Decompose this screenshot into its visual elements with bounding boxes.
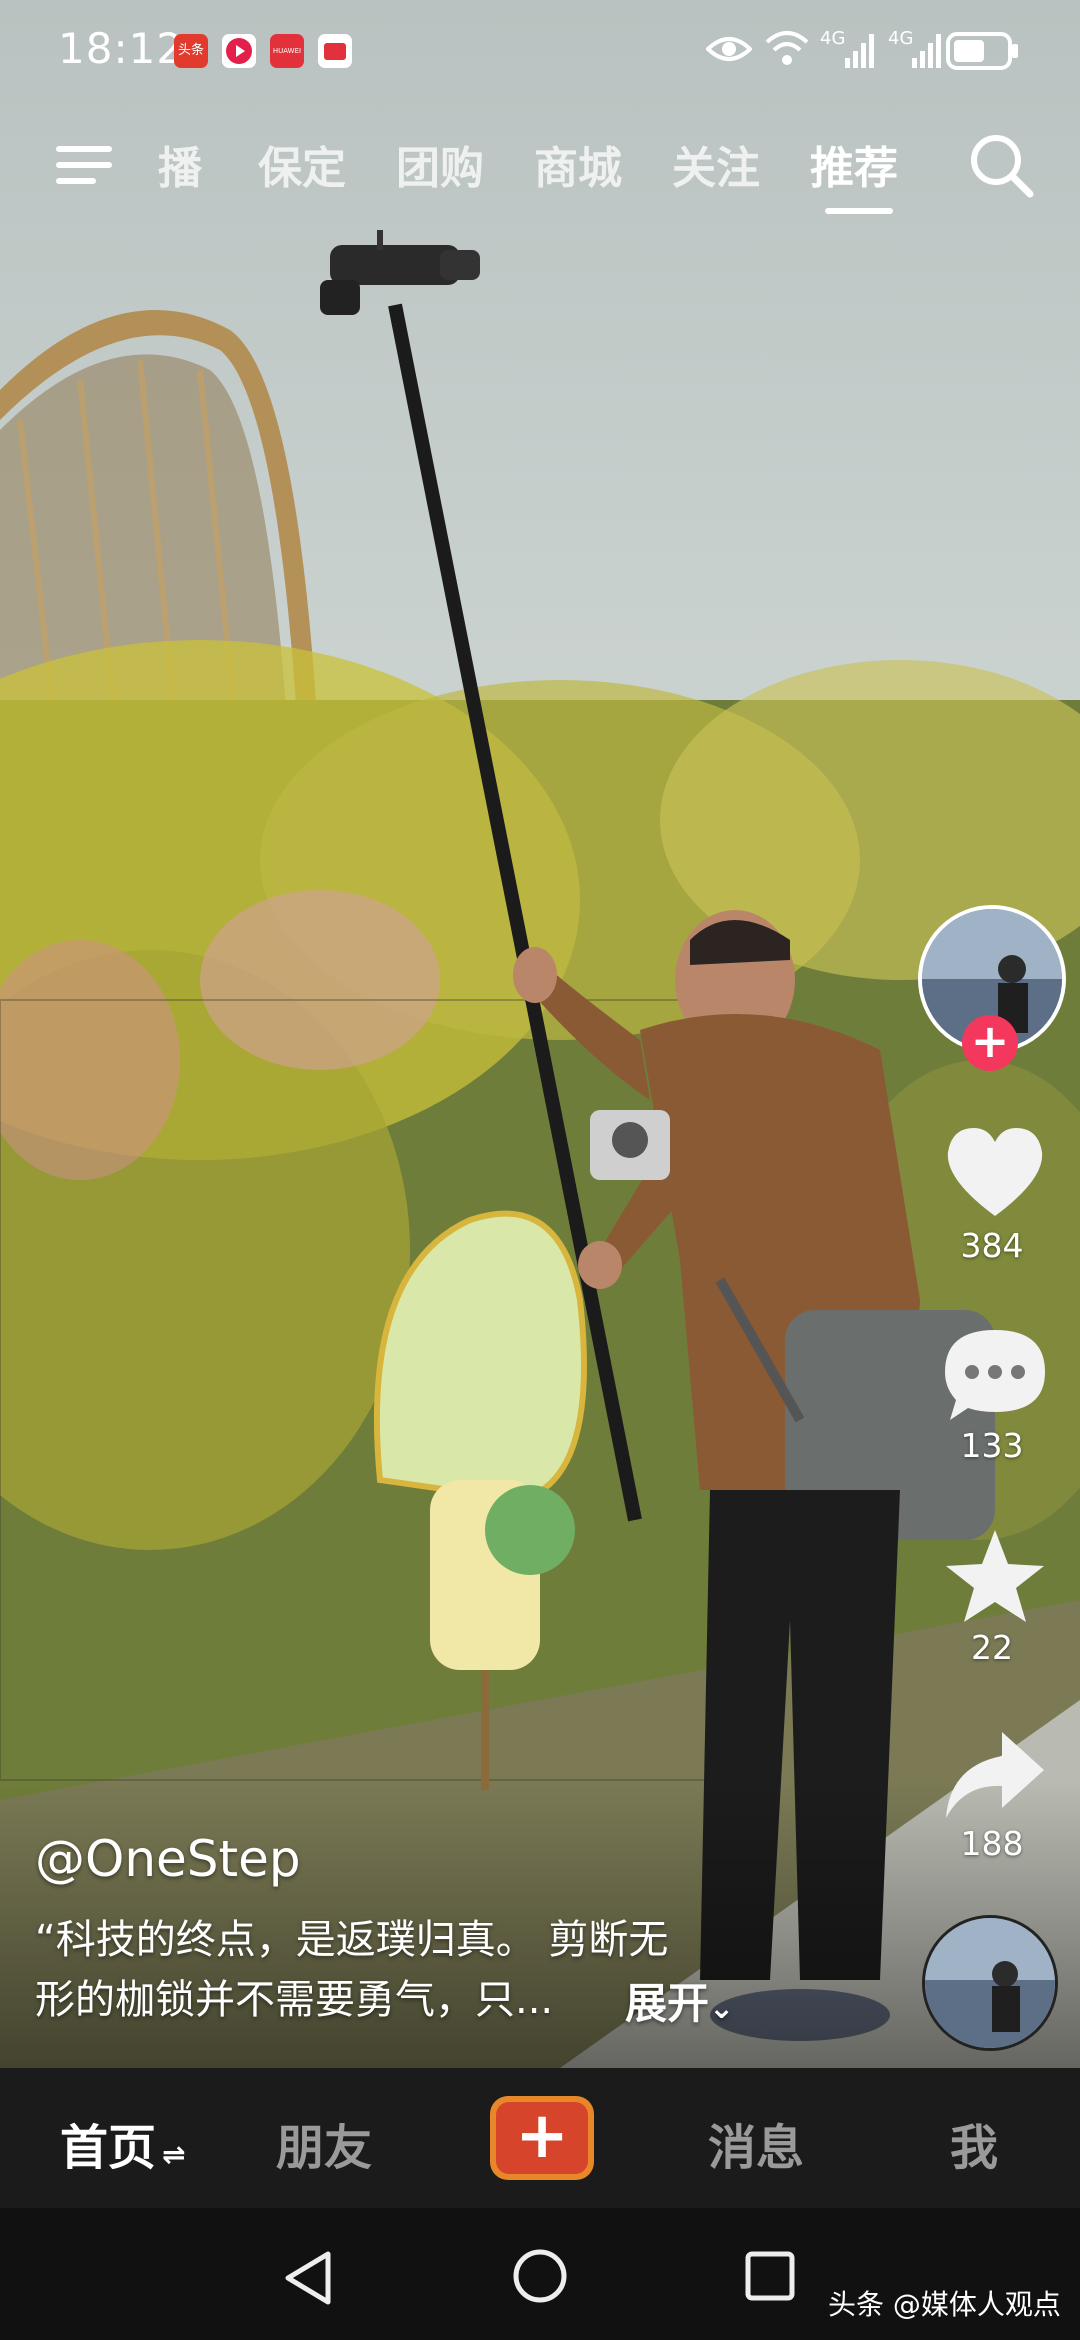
- author-username[interactable]: @OneStep: [35, 1830, 301, 1888]
- expand-caption-button[interactable]: 展开⌄: [625, 1970, 734, 2031]
- search-icon[interactable]: [966, 130, 1036, 200]
- tab-me[interactable]: 我: [950, 2108, 998, 2178]
- wifi-icon: [764, 30, 810, 72]
- favorite-button[interactable]: [940, 1526, 1050, 1626]
- video-player[interactable]: [0, 0, 1080, 2068]
- music-disc[interactable]: [922, 1915, 1058, 2051]
- signal-4g-label-1: 4G: [820, 28, 846, 49]
- tab-messages[interactable]: 消息: [708, 2108, 804, 2178]
- star-icon: [946, 1530, 1044, 1622]
- create-button[interactable]: +: [490, 2096, 594, 2180]
- bottom-tab-bar: 首页 ⇌ 朋友 + 消息 我: [0, 2068, 1080, 2208]
- refresh-switch-icon: ⇌: [162, 2138, 186, 2171]
- heart-icon: [947, 1128, 1043, 1216]
- video-app-icon: [222, 34, 256, 68]
- share-count: 188: [960, 1824, 1024, 1863]
- tab-mall[interactable]: 商城: [534, 132, 622, 196]
- video-scene: [0, 230, 1080, 2068]
- share-icon: [946, 1732, 1044, 1818]
- share-button[interactable]: [940, 1726, 1050, 1826]
- active-tab-indicator: [825, 208, 893, 214]
- top-nav-bar: 播 保定 团购 商城 关注 推荐: [0, 120, 1080, 230]
- tab-baoding[interactable]: 保定: [258, 132, 346, 196]
- huawei-app-icon: HUAWEI: [270, 34, 304, 68]
- eye-comfort-icon: [705, 34, 753, 68]
- tab-recommended[interactable]: 推荐: [810, 132, 898, 196]
- follow-button[interactable]: +: [962, 1015, 1018, 1071]
- like-count: 384: [960, 1226, 1024, 1265]
- chevron-down-icon: ⌄: [709, 1991, 735, 2026]
- tab-home-label: 首页: [60, 2120, 157, 2176]
- menu-icon[interactable]: [52, 140, 116, 190]
- comment-button[interactable]: [940, 1324, 1050, 1424]
- toutiao-app-icon: 头条: [174, 34, 208, 68]
- caption-line-1: “科技的终点，是返璞归真。 剪断无: [35, 1917, 669, 1963]
- signal-bars-icon-2: [912, 34, 942, 72]
- back-icon[interactable]: [282, 2250, 334, 2310]
- battery-icon: [946, 32, 1020, 74]
- recents-icon[interactable]: [744, 2250, 796, 2306]
- tab-friends[interactable]: 朋友: [276, 2108, 372, 2178]
- like-button[interactable]: [940, 1124, 1050, 1224]
- favorite-count: 22: [971, 1628, 1013, 1667]
- tab-broadcast[interactable]: 播: [158, 132, 202, 196]
- source-watermark: 头条 @媒体人观点: [828, 2288, 1061, 2321]
- plus-icon: +: [496, 2102, 588, 2174]
- signal-4g-label-2: 4G: [888, 28, 914, 49]
- expand-label: 展开: [625, 1979, 710, 2028]
- signal-bars-icon-1: [845, 34, 875, 72]
- douyin-video-screen: 18:12 头条 HUAWEI 4G 4G 播 保定 团购 商城 关注 推荐 +…: [0, 0, 1080, 2340]
- comment-count: 133: [960, 1426, 1024, 1465]
- status-time: 18:12: [58, 24, 185, 73]
- home-icon[interactable]: [512, 2248, 568, 2308]
- mail-app-icon: [318, 34, 352, 68]
- tab-home[interactable]: 首页 ⇌: [60, 2108, 185, 2178]
- tab-following[interactable]: 关注: [672, 132, 760, 196]
- comment-icon: [945, 1330, 1045, 1420]
- tab-group-buy[interactable]: 团购: [396, 132, 484, 196]
- status-bar: 18:12 头条 HUAWEI 4G 4G: [0, 0, 1080, 100]
